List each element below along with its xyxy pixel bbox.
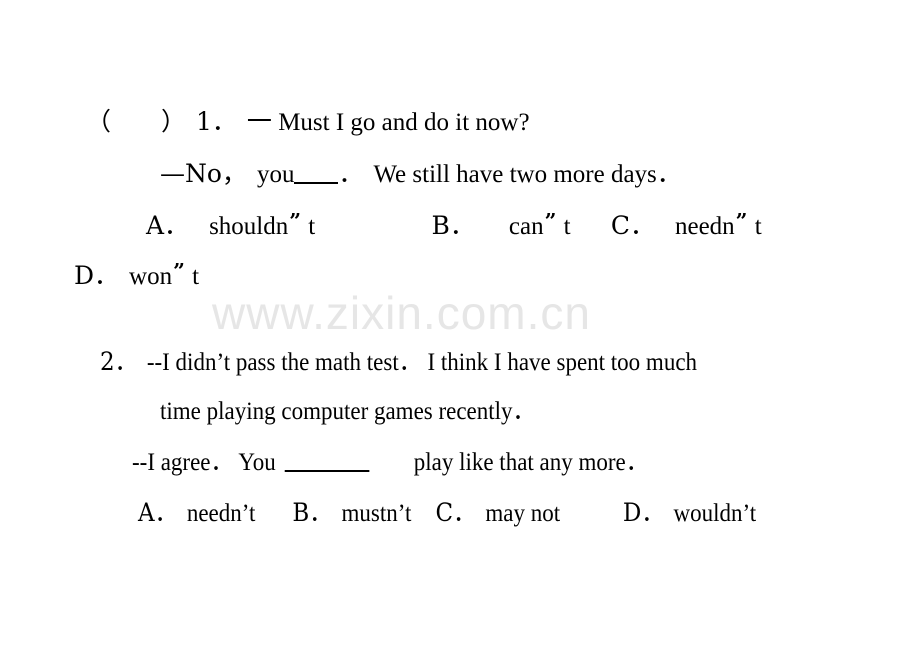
question-2-stem-line-1: 2． --I didn’t pass the math test． I think… bbox=[100, 349, 697, 375]
q2-option-b-letter: B． bbox=[292, 498, 333, 527]
question-1-reply-word: you bbox=[256, 161, 295, 188]
document-page: www.zixin.com.cn （ ） 1． 一 Must I go and do… bbox=[0, 0, 920, 651]
question-2-option-d[interactable]: D． wouldn’t bbox=[623, 500, 756, 527]
question-1-option-c[interactable]: C． needn” t bbox=[610, 211, 762, 241]
q2-option-a-text: needn’t bbox=[186, 500, 256, 527]
q2-option-c-text: may not bbox=[485, 500, 561, 527]
option-a-suffix: t bbox=[302, 213, 316, 241]
question-1-stem-line: （ ） 1． 一 Must I go and do it now? bbox=[86, 109, 530, 135]
speaker-dash-icon: 一 bbox=[246, 107, 272, 136]
question-1-options-row-2: D． won” t bbox=[74, 261, 199, 289]
site-watermark: www.zixin.com.cn bbox=[212, 287, 591, 339]
option-c-suffix: t bbox=[748, 213, 762, 241]
question-2-option-a[interactable]: A． needn’t bbox=[138, 500, 255, 527]
option-c-text: needn bbox=[674, 213, 735, 241]
question-1-reply-line: —No， you ． We still have two more days． bbox=[160, 161, 682, 187]
question-2-stem-text-1: --I didn’t pass the math test． I think I… bbox=[146, 349, 698, 376]
option-b-quote-glyph: ” bbox=[544, 209, 557, 233]
question-2-answer-blank[interactable] bbox=[284, 470, 370, 472]
option-d-text: won bbox=[129, 263, 173, 291]
q2-option-d-text: wouldn’t bbox=[673, 500, 757, 527]
question-1-option-d[interactable]: D． won” t bbox=[74, 261, 200, 291]
question-2-reply-tail: play like that any more． bbox=[413, 449, 649, 476]
question-2-option-b[interactable]: B． mustn’t bbox=[292, 500, 411, 527]
option-c-quote-glyph: ” bbox=[735, 209, 748, 233]
question-2-number: 2． bbox=[100, 347, 138, 376]
question-1-reply-tail: We still have two more days． bbox=[373, 161, 682, 188]
option-a-letter: A． bbox=[146, 211, 190, 241]
option-d-letter: D． bbox=[74, 261, 120, 291]
question-1-option-a[interactable]: A． shouldn” t bbox=[146, 211, 316, 241]
question-2-reply-prefix: --I agree． You bbox=[132, 449, 276, 476]
option-c-letter: C． bbox=[610, 211, 655, 241]
option-d-quote-glyph: ” bbox=[173, 259, 185, 283]
question-1-reply-stop: ． bbox=[338, 159, 364, 188]
option-d-suffix: t bbox=[185, 263, 200, 291]
question-1-number: 1． bbox=[196, 107, 237, 136]
question-2-stem-text-2: time playing computer games recently． bbox=[160, 398, 536, 425]
option-a-quote-glyph: ” bbox=[289, 209, 302, 233]
question-1-options-row-1: A． shouldn” t B． can” t C． needn” t bbox=[146, 211, 762, 239]
q2-option-a-letter: A． bbox=[138, 498, 178, 527]
option-b-letter: B． bbox=[431, 211, 475, 241]
question-2-option-c[interactable]: C． may not bbox=[436, 500, 561, 527]
option-b-text: can bbox=[508, 213, 544, 241]
question-1-stem-text: Must I go and do it now? bbox=[271, 109, 530, 136]
question-1-answer-blank[interactable] bbox=[294, 182, 339, 184]
q2-option-d-letter: D． bbox=[622, 498, 665, 527]
q2-option-b-text: mustn’t bbox=[341, 500, 412, 527]
option-b-suffix: t bbox=[557, 213, 571, 241]
question-2-stem-line-2: time playing computer games recently． bbox=[160, 399, 536, 424]
question-1-option-b[interactable]: B． can” t bbox=[431, 211, 571, 241]
answer-bracket[interactable]: （ ） bbox=[86, 107, 186, 136]
question-2-reply-line: --I agree． You play like that any more． bbox=[132, 450, 649, 475]
question-2-options-row: A． needn’t B． mustn’t C． may not D． wouldn’t bbox=[138, 500, 756, 526]
option-a-text: shouldn bbox=[209, 213, 289, 241]
q2-option-c-letter: C． bbox=[435, 498, 477, 527]
question-1-reply-prefix: —No， bbox=[160, 159, 247, 188]
